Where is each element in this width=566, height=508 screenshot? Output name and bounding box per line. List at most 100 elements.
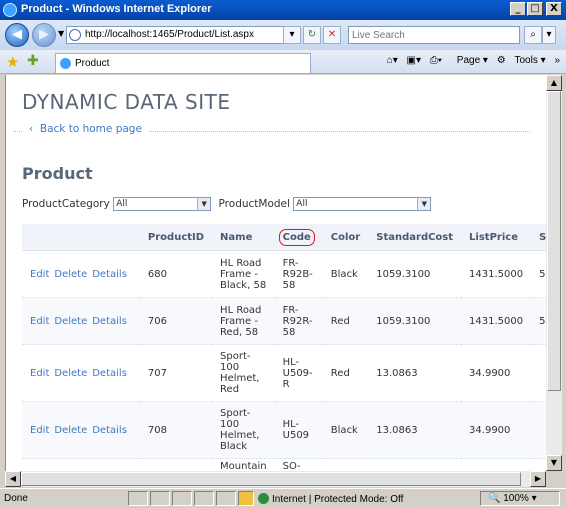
- search-options-icon[interactable]: ▾: [542, 26, 556, 44]
- window-title: Product - Windows Internet Explorer: [21, 3, 212, 15]
- details-link[interactable]: Details: [92, 316, 127, 327]
- category-filter-value: All: [116, 199, 128, 209]
- stop-icon[interactable]: ✕: [323, 26, 341, 44]
- cell-code: FR-R92B-58: [274, 250, 323, 298]
- add-favorites-icon[interactable]: ✚: [27, 53, 39, 69]
- cell-standardcost: 13.0863: [368, 344, 462, 402]
- status-panel: [150, 491, 170, 506]
- search-box[interactable]: [348, 26, 520, 44]
- security-lock-icon[interactable]: [238, 491, 254, 506]
- address-dropdown-button[interactable]: ▾: [283, 26, 301, 44]
- cell-standardcost: 1059.3100: [368, 250, 462, 298]
- cell-name: HL Road Frame - Red, 58: [212, 297, 275, 345]
- site-title: DYNAMIC DATA SITE: [22, 90, 231, 114]
- cell-code: HL-U509-R: [274, 344, 323, 402]
- cell-code: HL-U509: [274, 401, 323, 459]
- maximize-button[interactable]: □: [527, 2, 543, 16]
- history-dropdown-icon[interactable]: ▼: [58, 29, 64, 38]
- col-size[interactable]: Size: [531, 224, 547, 251]
- cell-listprice: 1431.5000: [461, 250, 532, 298]
- delete-link[interactable]: Delete: [54, 316, 87, 327]
- tools-menu[interactable]: ⚙ Tools ▾: [497, 55, 546, 66]
- category-filter-select[interactable]: All ▼: [113, 197, 212, 211]
- search-input[interactable]: [349, 27, 515, 43]
- page-title: Product: [22, 164, 93, 183]
- edit-link[interactable]: Edit: [30, 368, 49, 379]
- status-bar: Done Internet | Protected Mode: Off 🔍 10…: [0, 488, 566, 508]
- cell-size: 58: [531, 250, 547, 298]
- back-to-home-link[interactable]: ‹ Back to home page: [23, 123, 148, 135]
- edit-link[interactable]: Edit: [30, 316, 49, 327]
- scroll-right-icon[interactable]: ▶: [530, 471, 546, 487]
- zoom-control[interactable]: 🔍 100% ▾: [488, 493, 537, 504]
- more-commands-button[interactable]: »: [554, 55, 560, 66]
- status-text: Done: [4, 493, 28, 504]
- page-icon: [69, 29, 81, 41]
- scroll-down-icon[interactable]: ▼: [546, 455, 562, 471]
- delete-link[interactable]: Delete: [54, 368, 87, 379]
- command-bar: ⌂▾ ▣▾ ⎙▾ Page ▾ ⚙ Tools ▾ »: [381, 55, 560, 66]
- address-toolbar: ◀ ▶ ▼ http://localhost:1465/Product/List…: [0, 20, 566, 50]
- cell-productid: 680: [139, 250, 213, 298]
- model-filter-select[interactable]: All ▼: [293, 197, 432, 211]
- close-button[interactable]: X: [546, 2, 562, 16]
- cell-code: FR-R92R-58: [274, 297, 323, 345]
- details-link[interactable]: Details: [92, 425, 127, 436]
- cell-color: [322, 458, 369, 471]
- back-link-label: Back to home page: [39, 123, 142, 135]
- cell-standardcost: 13.0863: [368, 401, 462, 459]
- page-menu-label: Page: [456, 55, 481, 66]
- print-icon[interactable]: ⎙▾: [430, 55, 442, 66]
- delete-link[interactable]: Delete: [54, 425, 87, 436]
- address-bar[interactable]: http://localhost:1465/Product/List.aspx: [66, 26, 300, 44]
- cell-size: [531, 458, 547, 471]
- col-code[interactable]: Code: [274, 224, 323, 251]
- back-chevron-icon: ‹: [29, 123, 34, 135]
- details-link[interactable]: Details: [92, 269, 127, 280]
- table-row: Edit Delete Details 707 Sport-100 Helmet, …: [22, 344, 547, 402]
- filter-label-model: ProductModel: [218, 198, 290, 210]
- col-color[interactable]: Color: [322, 224, 369, 251]
- status-panel: [216, 491, 236, 506]
- cell-standardcost: [368, 458, 462, 471]
- col-name[interactable]: Name: [212, 224, 275, 251]
- status-panel: [172, 491, 192, 506]
- page-menu[interactable]: Page ▾: [451, 55, 488, 66]
- cell-name: Sport-100 Helmet, Red: [212, 344, 275, 402]
- col-listprice[interactable]: ListPrice: [461, 224, 532, 251]
- header-row: ProductID Name Code Color StandardCost L…: [22, 224, 547, 251]
- cell-size: [531, 344, 547, 402]
- details-link[interactable]: Details: [92, 368, 127, 379]
- scroll-left-icon[interactable]: ◀: [5, 471, 21, 487]
- cell-name: Mountain: [212, 458, 275, 471]
- col-standardcost[interactable]: StandardCost: [368, 224, 462, 251]
- zone-label: Internet | Protected Mode: Off: [272, 494, 404, 505]
- edit-link[interactable]: Edit: [30, 425, 49, 436]
- filter-label-category: ProductCategory: [22, 198, 110, 210]
- horizontal-scrollbar[interactable]: ◀ ▶: [5, 471, 546, 487]
- col-actions: [22, 224, 140, 251]
- chevron-down-icon: ▼: [417, 198, 431, 210]
- home-icon[interactable]: ⌂▾: [387, 55, 398, 66]
- address-url[interactable]: http://localhost:1465/Product/List.aspx: [85, 29, 254, 40]
- delete-link[interactable]: Delete: [54, 269, 87, 280]
- vertical-scroll-thumb[interactable]: [547, 91, 561, 391]
- cell-productid: 706: [139, 297, 213, 345]
- scroll-up-icon[interactable]: ▲: [546, 75, 562, 91]
- minimize-button[interactable]: _: [510, 2, 526, 16]
- tab-product[interactable]: Product: [55, 53, 311, 73]
- refresh-icon[interactable]: ↻: [303, 26, 321, 44]
- horizontal-scroll-thumb[interactable]: [21, 472, 521, 486]
- vertical-scrollbar[interactable]: ▲ ▼: [546, 75, 562, 471]
- feeds-icon[interactable]: ▣▾: [407, 55, 421, 66]
- tab-bar: ★ ✚ Product ⌂▾ ▣▾ ⎙▾ Page ▾ ⚙ Tools ▾ »: [0, 50, 566, 74]
- edit-link[interactable]: Edit: [30, 269, 49, 280]
- cell-listprice: 34.9900: [461, 344, 532, 402]
- table-row: Edit Delete Details 708 Sport-100 Helmet, …: [22, 401, 547, 459]
- back-arrow-icon[interactable]: ◀: [5, 23, 29, 47]
- search-icon[interactable]: ⌕: [524, 26, 542, 44]
- col-productid[interactable]: ProductID: [139, 224, 213, 251]
- favorites-star-icon[interactable]: ★: [6, 53, 19, 71]
- zone-indicator[interactable]: Internet | Protected Mode: Off: [258, 493, 403, 505]
- forward-arrow-icon[interactable]: ▶: [32, 23, 56, 47]
